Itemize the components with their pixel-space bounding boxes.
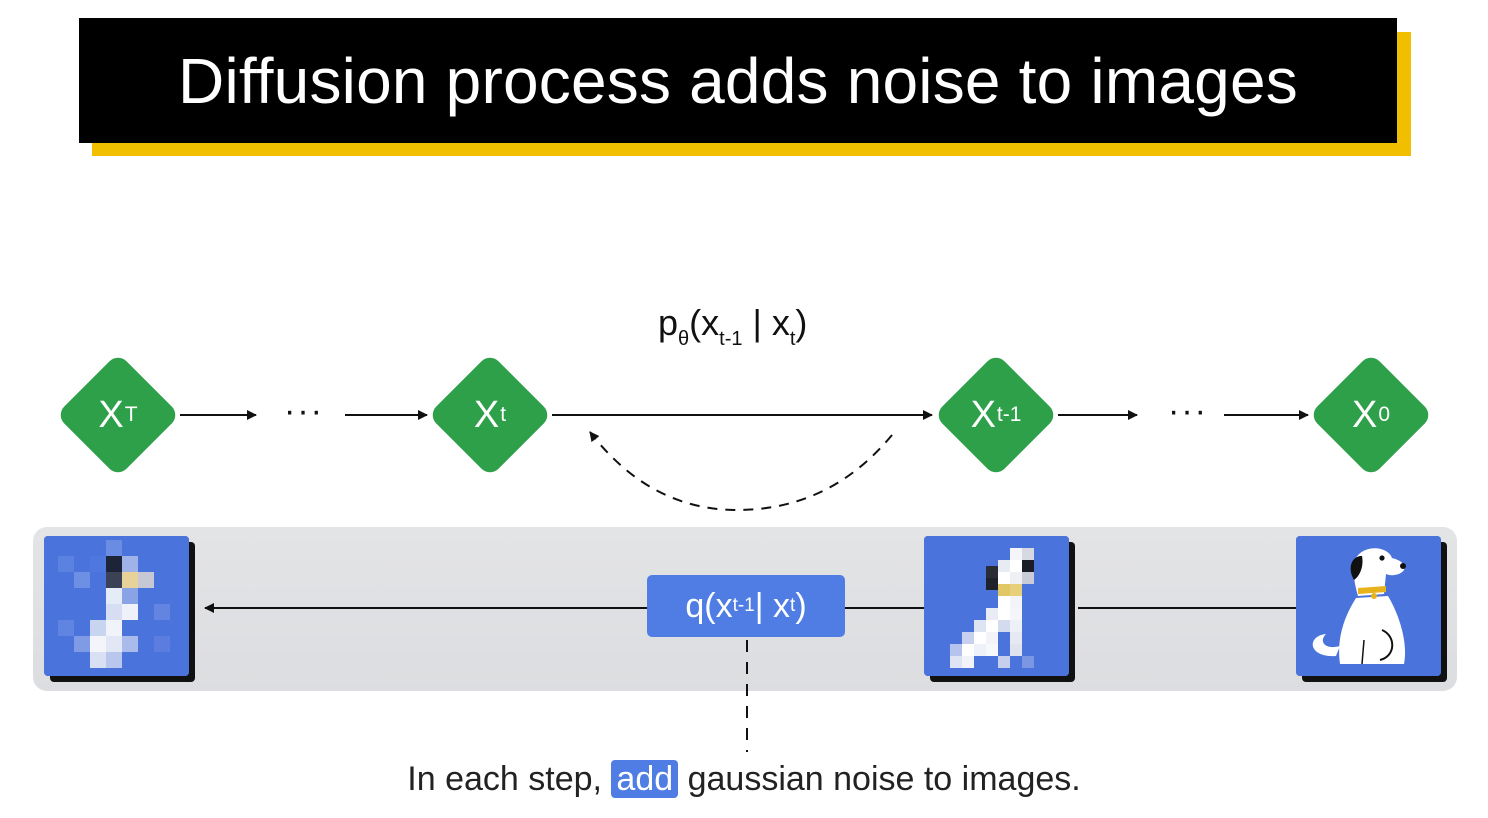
ellipsis-right: ··· (1168, 392, 1208, 430)
node-x0: X0 (1308, 352, 1434, 478)
noisy-image-tile (44, 536, 189, 676)
pixelated-dog-light-noise (924, 536, 1069, 676)
forward-process-formula: q(x t-1 | x t) (647, 575, 845, 637)
clean-image-tile (1296, 536, 1441, 676)
caption-text-end: gaussian noise to images. (678, 760, 1081, 798)
reverse-process-formula: pθ(xt-1 | xt) (658, 302, 808, 350)
node-xt-minus-1: Xt-1 (933, 352, 1059, 478)
dashed-reverse-arrow (589, 431, 893, 512)
node-label: X (98, 393, 124, 436)
diagram-stage: Diffusion process adds noise to images X… (0, 0, 1488, 818)
caption-highlight: add (611, 760, 679, 798)
node-label: X (970, 393, 996, 436)
caption: In each step, add gaussian noise to imag… (0, 760, 1488, 799)
node-label: X (473, 393, 500, 436)
node-xT: XT (55, 352, 181, 478)
node-subscript: t-1 (996, 403, 1022, 426)
node-xt: Xt (427, 352, 553, 478)
node-subscript: T (124, 403, 138, 426)
node-subscript: t (500, 403, 507, 426)
node-subscript: 0 (1378, 403, 1391, 426)
node-label: X (1351, 393, 1378, 436)
pixelated-dog-heavy-noise (44, 536, 189, 676)
connector-lines (180, 410, 1309, 752)
caption-text: In each step, (407, 760, 612, 798)
ellipsis-left: ··· (284, 392, 324, 430)
partially-noisy-image-tile (924, 536, 1069, 676)
dog-illustration (1296, 536, 1441, 676)
